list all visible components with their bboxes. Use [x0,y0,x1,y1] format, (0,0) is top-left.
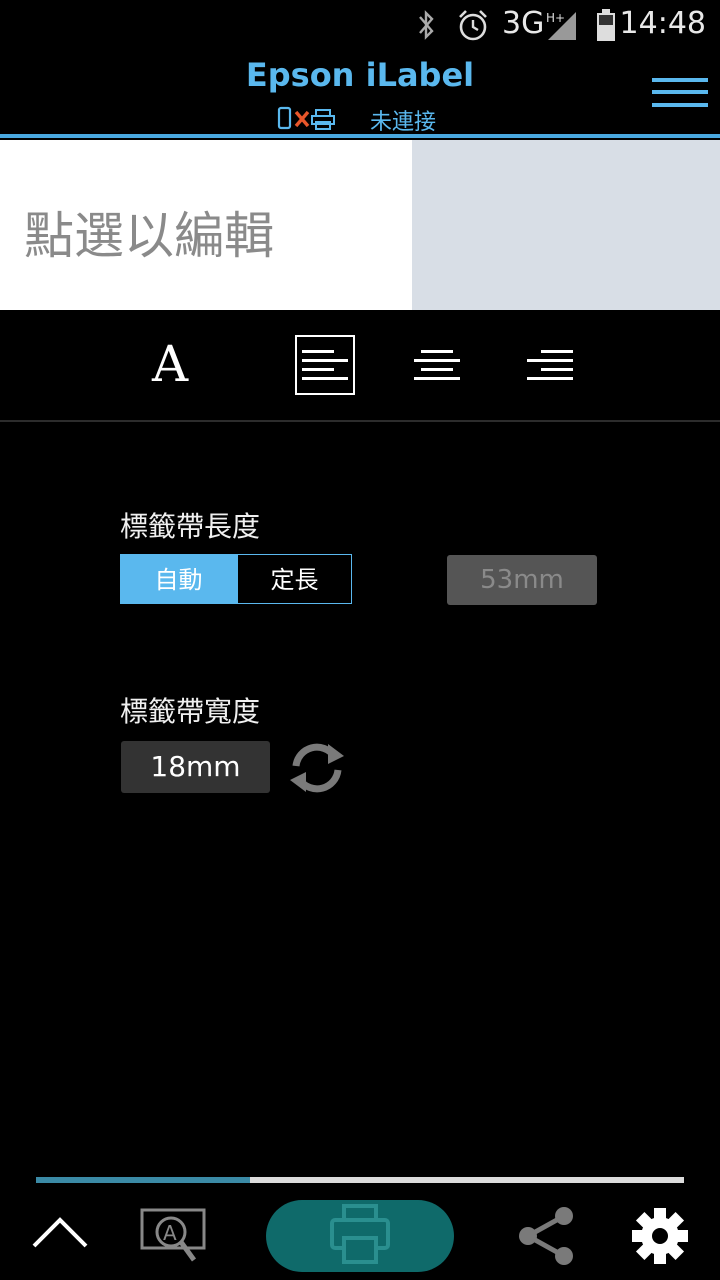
tape-width-value: 18mm [121,741,270,793]
tape-length-value: 53mm [447,555,597,605]
menu-icon[interactable] [652,78,708,108]
share-icon[interactable] [514,1204,578,1268]
tape-width-label: 標籤帶寬度 [120,695,261,728]
printer-disconnected-icon [277,106,335,130]
battery-icon [597,9,615,41]
align-center-button[interactable] [407,335,467,395]
gear-icon[interactable] [630,1206,690,1266]
page-progress-fill [36,1177,250,1183]
align-left-button[interactable] [295,335,355,395]
header-divider [0,134,720,138]
bluetooth-icon [419,10,434,40]
chevron-up-icon[interactable] [30,1212,90,1252]
label-preview-placeholder[interactable]: 點選以編輯 [24,196,274,268]
refresh-icon[interactable] [284,736,350,800]
alarm-icon [459,10,487,41]
svg-text:H+: H+ [546,11,565,25]
svg-text:A: A [163,1221,177,1245]
tape-length-label: 標籤帶長度 [120,510,261,543]
printer-icon [330,1204,390,1264]
network-type: 3G [502,6,545,41]
connection-status: 未連接 [370,110,437,135]
text-preview-icon[interactable]: A [138,1206,208,1266]
tape-length-fixed-button[interactable]: 定長 [237,554,352,604]
tape-length-auto-button[interactable]: 自動 [120,554,237,604]
signal-icon: H+ [546,11,576,40]
label-preview-margin [412,140,720,310]
toolbar-divider [0,420,720,422]
align-right-button[interactable] [520,335,580,395]
font-button[interactable]: A [144,336,196,392]
app-title: Epson iLabel [245,56,475,94]
status-time: 14:48 [619,6,706,41]
